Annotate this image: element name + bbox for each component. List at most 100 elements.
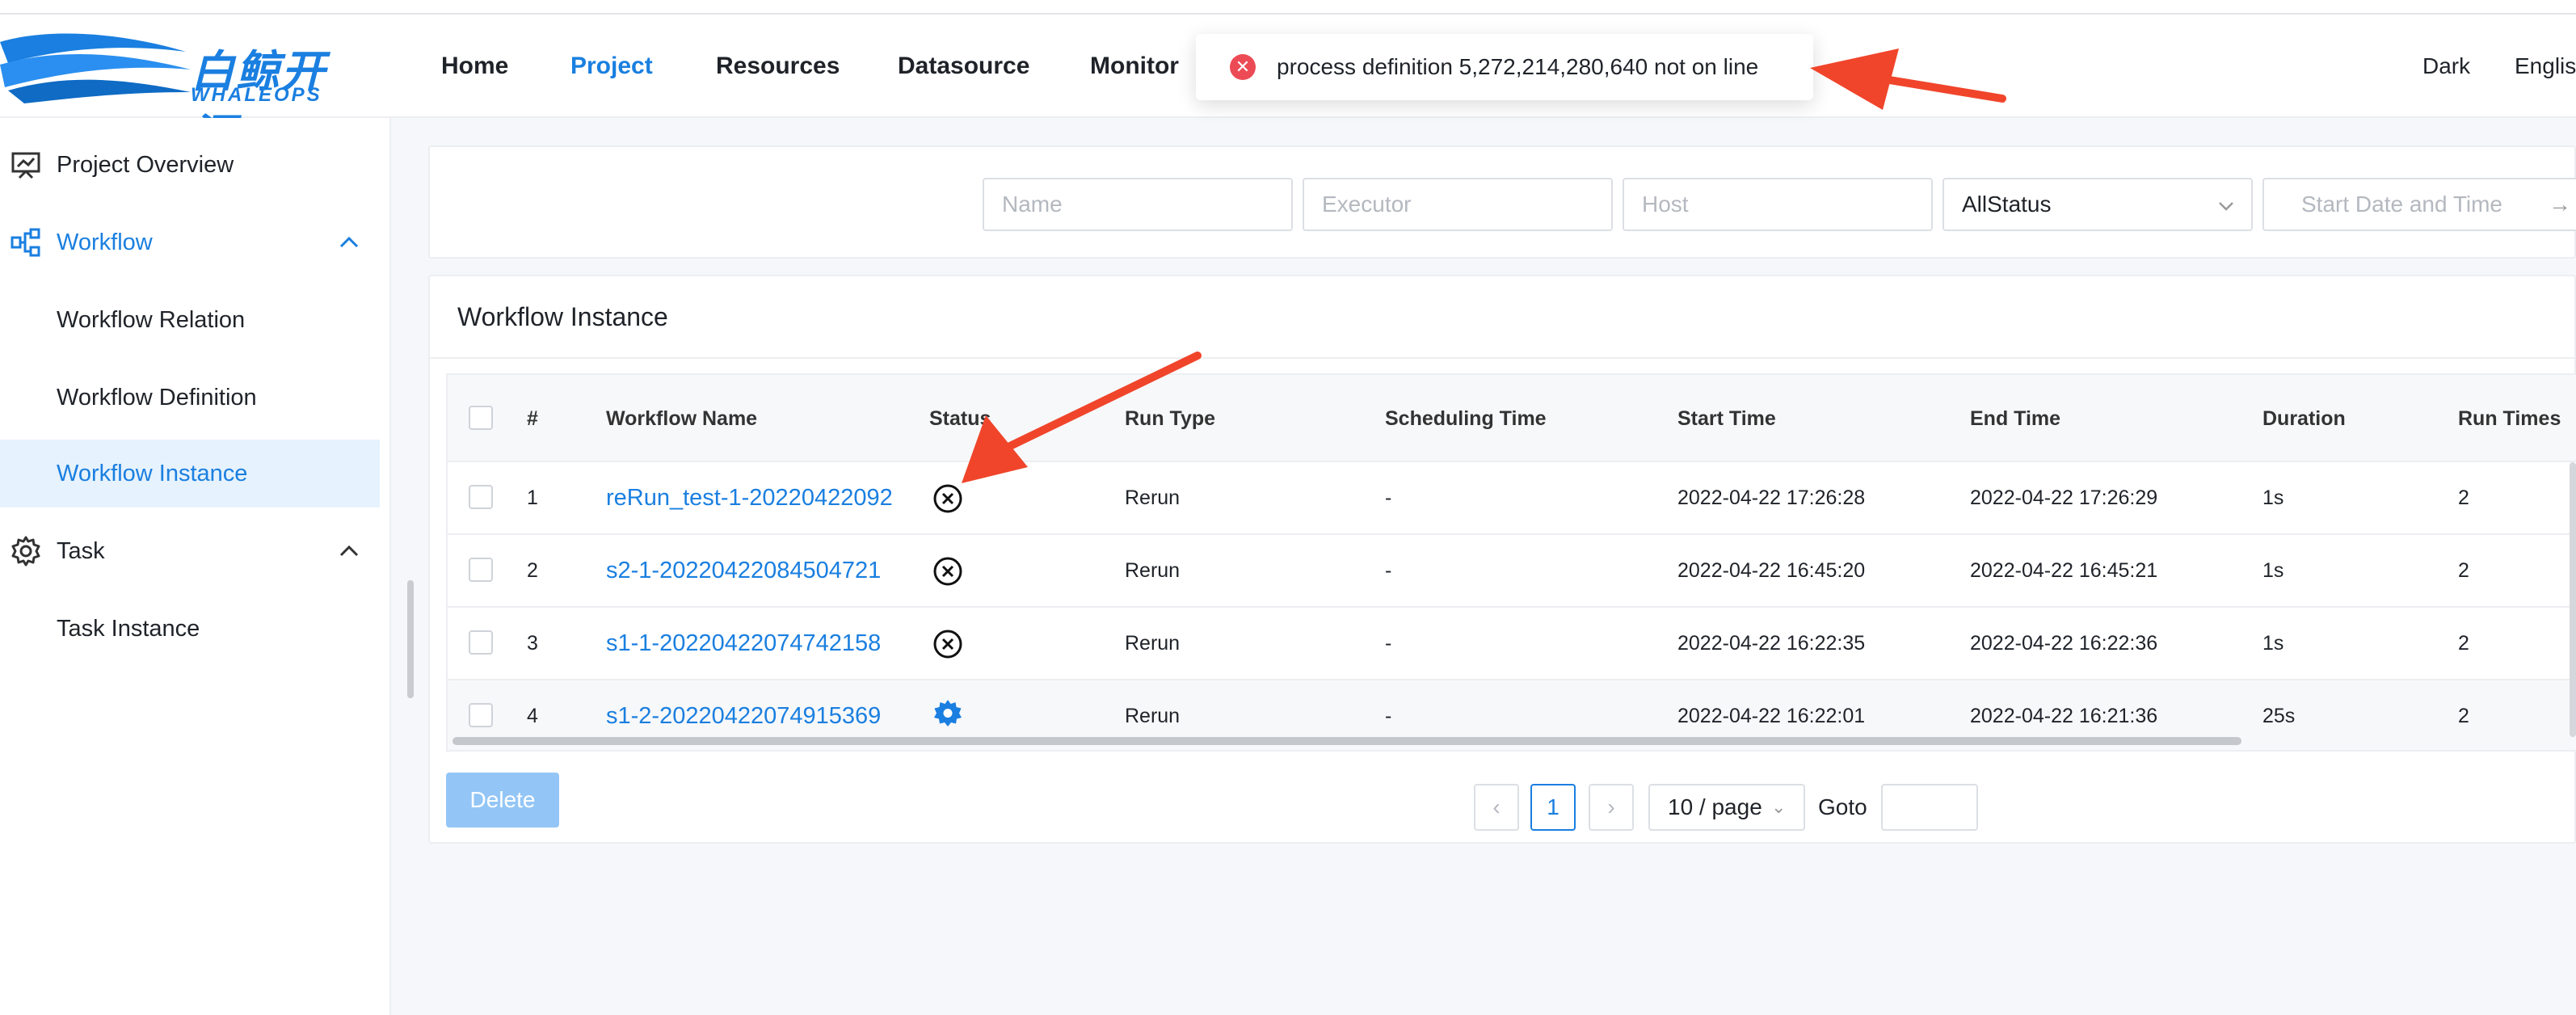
col-run-type: Run Type: [1125, 407, 1216, 430]
end-time: 2022-04-22 16:45:21: [1970, 559, 2158, 582]
run-type: Rerun: [1125, 486, 1181, 509]
chevron-up-icon: [339, 236, 359, 248]
duration: 1s: [2262, 632, 2284, 655]
sidebar-item-label: Workflow: [57, 230, 153, 255]
run-times: 2: [2458, 486, 2469, 509]
chevron-up-icon: [339, 545, 359, 557]
row-checkbox[interactable]: [469, 558, 493, 582]
failed-icon: [933, 484, 962, 513]
failed-icon: [933, 557, 962, 586]
run-times: 2: [2458, 632, 2469, 655]
start-date-picker[interactable]: Start Date and Time →: [2262, 178, 2576, 231]
start-time: 2022-04-22 16:45:20: [1677, 559, 1866, 582]
start-date-placeholder: Start Date and Time: [2301, 192, 2503, 217]
col-duration: Duration: [2262, 407, 2346, 430]
row-checkbox[interactable]: [469, 703, 493, 727]
toast-message: process definition 5,272,214,280,640 not…: [1277, 54, 1759, 79]
delete-button[interactable]: Delete: [446, 773, 559, 828]
next-page-button[interactable]: ›: [1589, 784, 1634, 831]
prev-page-button[interactable]: ‹: [1474, 784, 1519, 831]
row-index: 1: [527, 486, 538, 509]
sidebar-scrollbar[interactable]: [407, 580, 414, 698]
name-input[interactable]: Name: [983, 178, 1293, 231]
chevron-down-icon: [2219, 202, 2233, 211]
arrow-right-icon: →: [2549, 192, 2571, 217]
sidebar-item-label: Workflow Definition: [57, 385, 257, 411]
running-gear-icon: [934, 700, 962, 727]
run-times: 2: [2458, 559, 2469, 582]
table-horizontal-scrollbar[interactable]: [452, 737, 2241, 745]
table-row: 3 s1-1-20220422074742158 Rerun - 2022-04…: [448, 608, 2576, 680]
sidebar-item-task[interactable]: Task: [0, 517, 380, 585]
sidebar: Project Overview Workflow Workflow Relat…: [0, 118, 391, 1015]
page-size-select[interactable]: 10 / page ⌄: [1648, 784, 1805, 831]
run-times: 2: [2458, 705, 2469, 727]
select-all-checkbox[interactable]: [469, 406, 493, 430]
col-end-time: End Time: [1970, 407, 2061, 430]
row-checkbox[interactable]: [469, 485, 493, 509]
nav-resources[interactable]: Resources: [716, 15, 840, 118]
sidebar-item-label: Task Instance: [57, 616, 200, 642]
workflow-instance-card: Workflow Instance # Workflow Name Status…: [428, 275, 2576, 844]
whale-logo-icon: [0, 33, 191, 103]
workflow-name-link[interactable]: reRun_test-1-20220422092: [606, 462, 900, 533]
start-time: 2022-04-22 16:22:35: [1677, 632, 1866, 655]
row-index: 3: [527, 632, 538, 655]
table-vertical-scrollbar[interactable]: [2570, 462, 2576, 737]
gear-icon: [11, 536, 40, 566]
sidebar-item-label: Task: [57, 538, 105, 564]
error-icon: ✕: [1230, 54, 1256, 80]
chevron-down-icon: ⌄: [1771, 797, 1787, 817]
col-status: Status: [929, 407, 991, 430]
col-scheduling-time: Scheduling Time: [1385, 407, 1547, 430]
whaleops-logo[interactable]: 白鲸开源 WHALEOPS: [0, 27, 347, 160]
nav-monitor[interactable]: Monitor: [1090, 15, 1179, 118]
scheduling-time: -: [1385, 559, 1392, 582]
sidebar-item-task-instance[interactable]: Task Instance: [0, 595, 380, 663]
presentation-chart-icon: [11, 152, 40, 179]
status-select-value: AllStatus: [1962, 192, 2052, 217]
end-time: 2022-04-22 16:22:36: [1970, 632, 2158, 655]
page-button-current[interactable]: 1: [1530, 784, 1576, 831]
brand-name-en: WHALEOPS: [191, 84, 322, 106]
executor-input[interactable]: Executor: [1303, 178, 1613, 231]
sidebar-item-project-overview[interactable]: Project Overview: [0, 131, 380, 199]
nav-project[interactable]: Project: [570, 15, 653, 118]
card-title: Workflow Instance: [457, 302, 668, 331]
run-type: Rerun: [1125, 559, 1181, 582]
error-toast: ✕ process definition 5,272,214,280,640 n…: [1196, 34, 1813, 100]
status-select[interactable]: AllStatus: [1943, 178, 2253, 231]
host-input[interactable]: Host: [1623, 178, 1933, 231]
failed-icon: [933, 630, 962, 659]
sidebar-item-workflow[interactable]: Workflow: [0, 208, 380, 276]
sidebar-item-workflow-definition[interactable]: Workflow Definition: [0, 364, 380, 432]
top-strip: [0, 0, 2576, 15]
table-header: # Workflow Name Status Run Type Scheduli…: [448, 375, 2576, 462]
language-switch[interactable]: Englis: [2515, 15, 2576, 118]
duration: 25s: [2262, 705, 2296, 727]
col-run-times: Run Times: [2458, 407, 2561, 430]
duration: 1s: [2262, 559, 2284, 582]
sidebar-item-workflow-instance[interactable]: Workflow Instance: [0, 440, 380, 508]
row-index: 2: [527, 559, 538, 582]
sidebar-item-label: Workflow Relation: [57, 307, 246, 333]
flow-icon: [11, 228, 40, 257]
table-row: 1 reRun_test-1-20220422092 Rerun - 2022-…: [448, 462, 2576, 535]
workflow-name-link[interactable]: s1-1-20220422074742158: [606, 608, 900, 679]
divider: [430, 357, 2576, 359]
end-time: 2022-04-22 17:26:29: [1970, 486, 2158, 509]
sidebar-item-workflow-relation[interactable]: Workflow Relation: [0, 286, 380, 354]
workflow-name-link[interactable]: s2-1-20220422084504721: [606, 535, 900, 606]
duration: 1s: [2262, 486, 2284, 509]
theme-toggle[interactable]: Dark: [2422, 15, 2470, 118]
row-checkbox[interactable]: [469, 630, 493, 655]
sidebar-item-label: Workflow Instance: [57, 461, 248, 486]
sidebar-item-label: Project Overview: [57, 152, 234, 178]
page-size-value: 10 / page: [1668, 794, 1762, 819]
nav-home[interactable]: Home: [441, 15, 508, 118]
goto-input[interactable]: [1881, 784, 1978, 831]
nav-datasource[interactable]: Datasource: [898, 15, 1029, 118]
col-workflow-name: Workflow Name: [606, 407, 758, 430]
table-row: 2 s2-1-20220422084504721 Rerun - 2022-04…: [448, 535, 2576, 608]
scheduling-time: -: [1385, 632, 1392, 655]
